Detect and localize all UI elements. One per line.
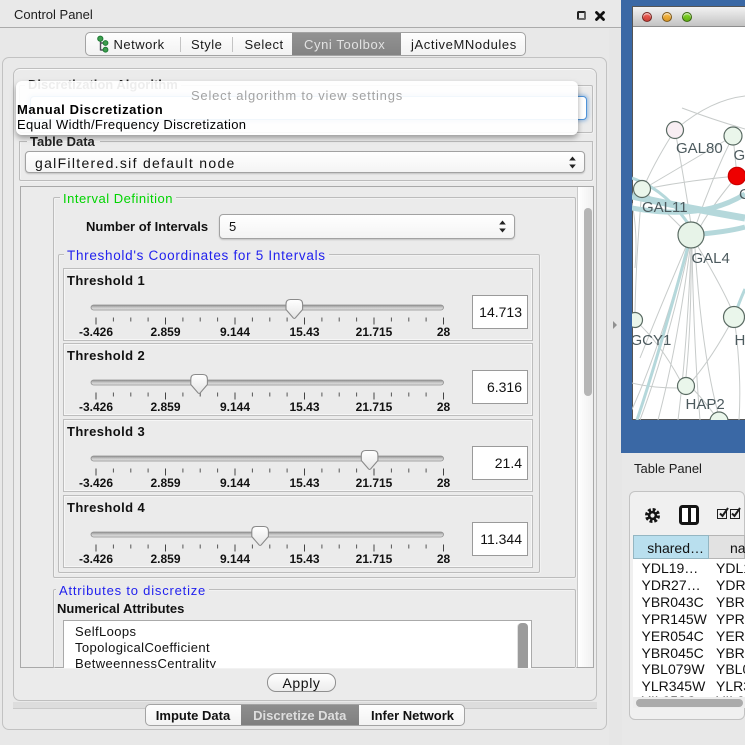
svg-text:H: H <box>735 332 745 349</box>
svg-text:15.43: 15.43 <box>289 476 319 490</box>
svg-text:15.43: 15.43 <box>289 552 319 566</box>
svg-text:G.: G. <box>734 147 745 164</box>
svg-text:GCY1: GCY1 <box>632 332 671 349</box>
svg-text:2.859: 2.859 <box>150 552 180 566</box>
svg-text:28: 28 <box>437 476 451 490</box>
svg-text:28: 28 <box>437 552 451 566</box>
svg-text:-3.426: -3.426 <box>79 325 113 339</box>
svg-text:15.43: 15.43 <box>289 400 319 414</box>
svg-text:21.715: 21.715 <box>356 325 393 339</box>
svg-text:28: 28 <box>437 400 451 414</box>
svg-text:21.715: 21.715 <box>356 400 393 414</box>
svg-text:-3.426: -3.426 <box>79 476 113 490</box>
svg-text:-3.426: -3.426 <box>79 400 113 414</box>
svg-text:2.859: 2.859 <box>150 325 180 339</box>
svg-text:2.859: 2.859 <box>150 476 180 490</box>
svg-text:2.859: 2.859 <box>150 400 180 414</box>
svg-text:9.144: 9.144 <box>220 325 250 339</box>
svg-text:GAL4: GAL4 <box>692 250 730 267</box>
svg-text:HAP2: HAP2 <box>686 396 725 413</box>
svg-text:C: C <box>739 186 745 203</box>
svg-text:15.43: 15.43 <box>289 325 319 339</box>
svg-text:-3.426: -3.426 <box>79 552 113 566</box>
svg-text:9.144: 9.144 <box>220 400 250 414</box>
svg-text:GAL80: GAL80 <box>676 140 723 157</box>
svg-text:9.144: 9.144 <box>220 552 250 566</box>
svg-text:9.144: 9.144 <box>220 476 250 490</box>
svg-text:GAL11: GAL11 <box>642 199 688 216</box>
svg-text:21.715: 21.715 <box>356 476 393 490</box>
svg-text:28: 28 <box>437 325 451 339</box>
svg-text:21.715: 21.715 <box>356 552 393 566</box>
